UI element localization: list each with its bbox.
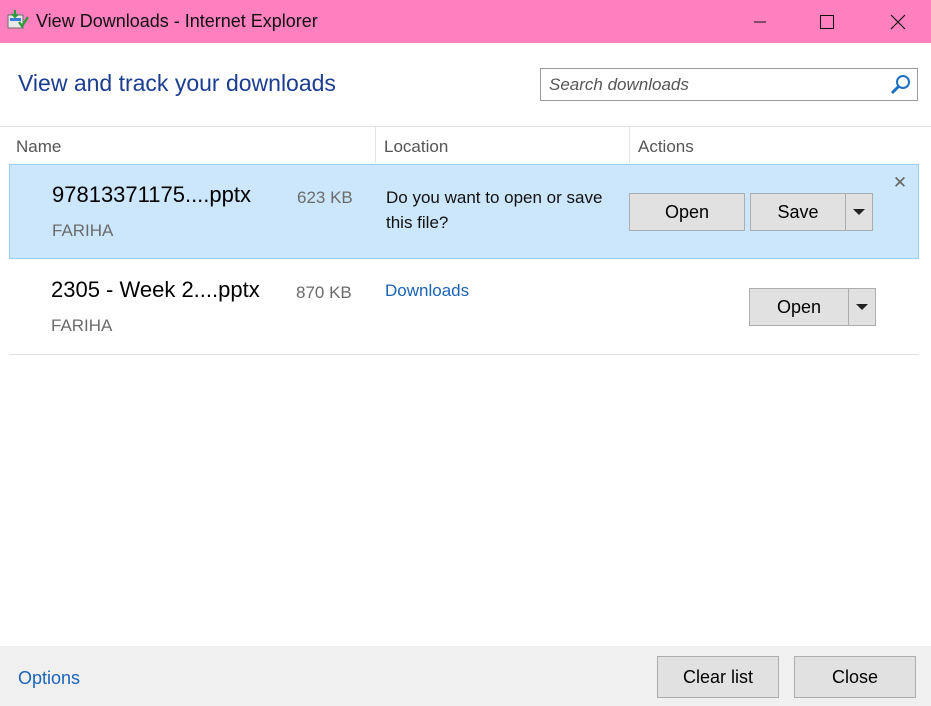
close-icon (890, 14, 906, 29)
file-size: 870 KB (296, 283, 352, 302)
search-input[interactable] (541, 69, 881, 100)
window-title: View Downloads - Internet Explorer (36, 11, 318, 31)
maximize-icon (820, 14, 834, 29)
save-options-dropdown[interactable] (845, 193, 873, 231)
search-box[interactable] (540, 68, 918, 101)
chevron-down-icon (856, 304, 868, 310)
file-source: FARIHA (52, 221, 114, 240)
column-header-location[interactable]: Location (376, 126, 630, 163)
minimize-icon (754, 21, 766, 22)
clear-list-button[interactable]: Clear list (657, 656, 779, 698)
column-header-name[interactable]: Name (0, 126, 376, 163)
chevron-down-icon (853, 209, 865, 215)
download-row[interactable]: 2305 - Week 2....pptx 870 KB FARIHA Down… (9, 260, 919, 355)
file-source: FARIHA (51, 316, 113, 335)
options-link[interactable]: Options (18, 668, 80, 689)
file-name: 97813371175....pptx (52, 182, 251, 207)
open-options-dropdown[interactable] (848, 288, 876, 326)
file-name: 2305 - Week 2....pptx (51, 277, 260, 302)
download-prompt: Do you want to open or save this file? (386, 188, 603, 232)
title-bar: View Downloads - Internet Explorer (0, 0, 931, 43)
minimize-button[interactable] (737, 0, 783, 43)
open-button[interactable]: Open (749, 288, 849, 326)
search-icon[interactable] (890, 74, 912, 96)
app-icon (7, 9, 29, 31)
footer: Options Clear list Close (0, 646, 931, 706)
open-button[interactable]: Open (629, 193, 745, 231)
dismiss-icon[interactable]: ✕ (892, 173, 908, 192)
location-link[interactable]: Downloads (385, 281, 469, 301)
maximize-button[interactable] (804, 0, 850, 43)
close-button[interactable]: Close (794, 656, 916, 698)
download-row[interactable]: 97813371175....pptx 623 KB FARIHA Do you… (9, 164, 919, 259)
page-heading: View and track your downloads (18, 70, 336, 96)
column-header-actions: Actions (630, 126, 931, 163)
file-size: 623 KB (297, 188, 353, 207)
close-window-button[interactable] (875, 0, 921, 43)
save-button[interactable]: Save (750, 193, 846, 231)
